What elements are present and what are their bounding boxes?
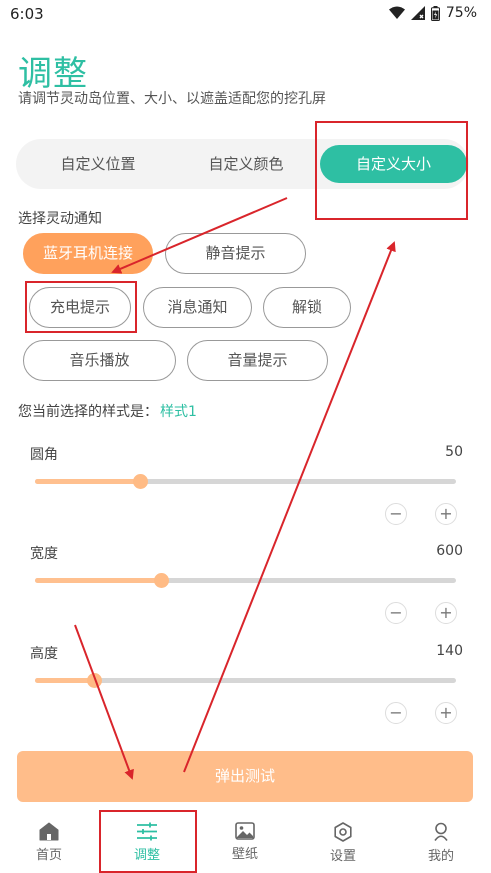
corner-radius-decrease-button[interactable]: − <box>385 503 407 525</box>
nav-wallpaper-label: 壁纸 <box>231 847 258 862</box>
status-bar: 6:03 75% <box>0 0 491 28</box>
popup-test-button[interactable]: 弹出测试 <box>17 751 473 802</box>
width-slider[interactable] <box>35 573 456 588</box>
corner-radius-slider[interactable] <box>35 474 456 489</box>
width-decrease-button[interactable]: − <box>385 602 407 624</box>
bottom-nav: 首页 调整 壁纸 设置 我的 <box>0 810 491 873</box>
height-increase-button[interactable]: + <box>435 702 457 724</box>
chip-music-playback[interactable]: 音乐播放 <box>23 340 176 381</box>
height-decrease-button[interactable]: − <box>385 702 407 724</box>
current-style-label: 您当前选择的样式是： <box>18 404 158 420</box>
page-subtitle: 请调节灵动岛位置、大小、以遮盖适配您的挖孔屏 <box>18 91 326 107</box>
tab-custom-color[interactable]: 自定义颜色 <box>186 145 306 183</box>
gear-icon <box>303 822 383 842</box>
width-label: 宽度 <box>30 546 58 562</box>
nav-settings-label: 设置 <box>329 849 356 864</box>
height-slider-thumb[interactable] <box>86 673 102 688</box>
corner-radius-label: 圆角 <box>30 447 58 463</box>
width-increase-button[interactable]: + <box>435 602 457 624</box>
image-icon <box>205 822 285 840</box>
height-value: 140 <box>436 643 463 659</box>
annotation-box-adjust-nav <box>99 810 197 873</box>
nav-home-label: 首页 <box>35 848 62 863</box>
corner-radius-slider-fill <box>35 479 141 484</box>
chip-mute-alert[interactable]: 静音提示 <box>165 233 306 274</box>
wifi-icon <box>388 6 405 20</box>
width-value: 600 <box>436 543 463 559</box>
nav-wallpaper[interactable]: 壁纸 <box>205 810 285 873</box>
chip-volume-alert[interactable]: 音量提示 <box>187 340 328 381</box>
current-style-value: 样式1 <box>160 404 197 420</box>
chip-bluetooth-headset[interactable]: 蓝牙耳机连接 <box>23 233 153 274</box>
corner-radius-value: 50 <box>445 444 463 460</box>
signal-icon <box>410 6 425 20</box>
height-slider-fill <box>35 678 94 683</box>
person-icon <box>401 822 481 842</box>
corner-radius-increase-button[interactable]: + <box>435 503 457 525</box>
notification-section-label: 选择灵动通知 <box>18 211 102 227</box>
status-icons: 75% <box>388 5 477 21</box>
status-time: 6:03 <box>10 5 44 23</box>
nav-mine-label: 我的 <box>427 849 454 864</box>
nav-home[interactable]: 首页 <box>9 810 89 873</box>
annotation-box-charging-chip <box>25 281 137 333</box>
current-style-line: 您当前选择的样式是： 样式1 <box>18 401 197 421</box>
height-slider[interactable] <box>35 673 456 688</box>
chip-unlock[interactable]: 解锁 <box>263 287 351 328</box>
height-label: 高度 <box>30 646 58 662</box>
home-icon <box>9 822 89 841</box>
nav-settings[interactable]: 设置 <box>303 810 383 873</box>
width-slider-thumb[interactable] <box>154 573 170 588</box>
battery-percent: 75% <box>445 5 477 21</box>
battery-icon <box>430 5 440 21</box>
tab-custom-position[interactable]: 自定义位置 <box>38 145 158 183</box>
chip-message-notification[interactable]: 消息通知 <box>143 287 252 328</box>
annotation-box-size-tab <box>315 121 468 220</box>
width-slider-fill <box>35 578 162 583</box>
corner-radius-slider-thumb[interactable] <box>133 474 149 489</box>
nav-mine[interactable]: 我的 <box>401 810 481 873</box>
